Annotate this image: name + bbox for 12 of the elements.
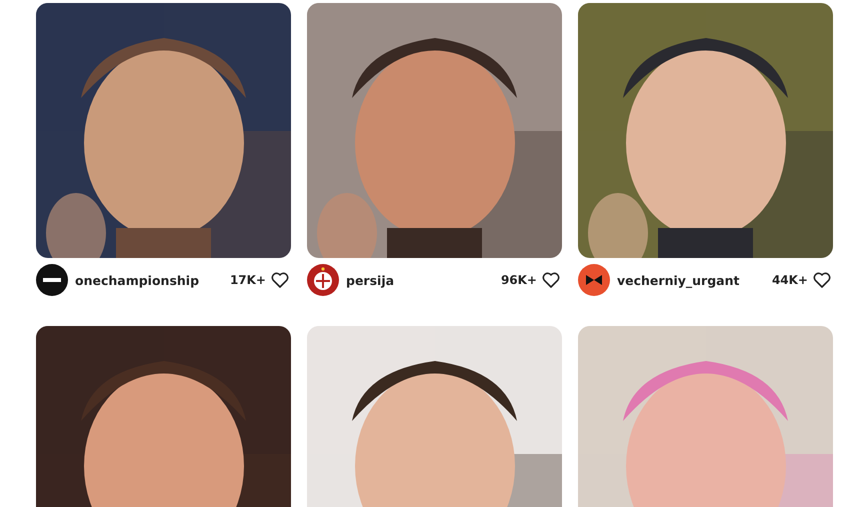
heart-icon[interactable]	[271, 272, 289, 288]
username[interactable]: vecherniy_urgant	[617, 272, 740, 288]
like-count: 96K+	[500, 273, 537, 287]
bowtie-icon[interactable]	[578, 264, 610, 296]
like-count: 44K+	[772, 273, 808, 287]
like-count: 17K+	[230, 273, 266, 287]
club-crest-icon[interactable]	[307, 264, 339, 296]
username[interactable]: persija	[346, 272, 394, 288]
heart-icon[interactable]	[542, 272, 560, 288]
brand-logo-icon[interactable]	[36, 264, 68, 296]
username[interactable]: onechampionship	[75, 272, 200, 288]
heart-icon[interactable]	[813, 272, 831, 288]
